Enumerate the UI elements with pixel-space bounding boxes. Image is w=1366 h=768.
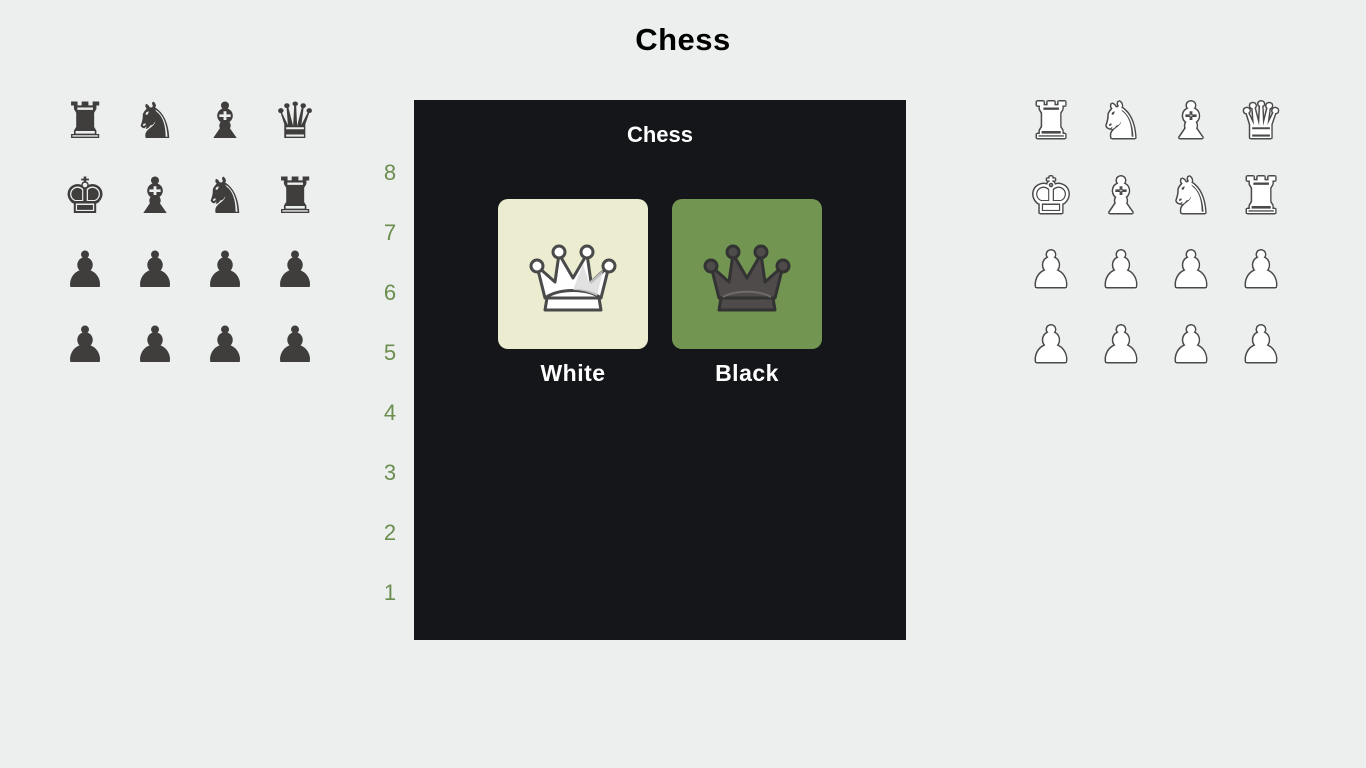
- white-pawn-icon: ♟: [1168, 241, 1214, 300]
- black-choice-label: Black: [715, 360, 779, 386]
- captured-black-pieces: ♜ ♞ ♝ ♛ ♚ ♝ ♞ ♜ ♟ ♟ ♟ ♟ ♟ ♟ ♟ ♟: [50, 84, 330, 382]
- rank-label-5: 5: [383, 340, 397, 365]
- color-selection-panel: Chess White Black: [414, 100, 906, 640]
- black-queen-icon: [703, 244, 791, 312]
- black-pawn-icon: ♟: [62, 315, 108, 374]
- black-rook-icon: ♜: [62, 92, 108, 151]
- black-pawn-icon: ♟: [272, 241, 318, 300]
- black-pawn-icon: ♟: [132, 241, 178, 300]
- black-pawn-icon: ♟: [272, 315, 318, 374]
- white-rook-icon: ♜: [1028, 92, 1074, 151]
- black-rook-icon: ♜: [272, 166, 318, 225]
- black-knight-icon: ♞: [132, 92, 178, 151]
- black-pawn-icon: ♟: [202, 241, 248, 300]
- white-pawn-icon: ♟: [1238, 315, 1284, 374]
- white-knight-icon: ♞: [1098, 92, 1144, 151]
- black-pawn-icon: ♟: [132, 315, 178, 374]
- white-pawn-icon: ♟: [1238, 241, 1284, 300]
- white-pawn-icon: ♟: [1168, 315, 1214, 374]
- rank-labels: 8 7 6 5 4 3 2 1: [370, 143, 410, 623]
- black-pawn-icon: ♟: [202, 315, 248, 374]
- white-bishop-icon: ♝: [1098, 166, 1144, 225]
- choose-white-button[interactable]: White: [498, 199, 648, 387]
- rank-label-6: 6: [383, 280, 397, 305]
- white-knight-icon: ♞: [1168, 166, 1214, 225]
- white-pawn-icon: ♟: [1028, 315, 1074, 374]
- black-bishop-icon: ♝: [202, 92, 248, 151]
- black-bishop-icon: ♝: [132, 166, 178, 225]
- white-choice-tile[interactable]: [498, 199, 648, 349]
- white-queen-icon: [529, 244, 617, 312]
- rank-label-8: 8: [383, 160, 397, 185]
- rank-label-4: 4: [383, 400, 397, 425]
- white-rook-icon: ♜: [1238, 166, 1284, 225]
- choose-black-button[interactable]: Black: [672, 199, 822, 387]
- black-queen-icon: ♛: [272, 92, 318, 151]
- rank-label-7: 7: [383, 220, 397, 245]
- page-title: Chess: [635, 22, 731, 57]
- black-choice-tile[interactable]: [672, 199, 822, 349]
- rank-label-1: 1: [383, 580, 397, 605]
- captured-white-pieces: ♜ ♞ ♝ ♛ ♚ ♝ ♞ ♜ ♟ ♟ ♟ ♟ ♟ ♟ ♟ ♟: [1016, 84, 1296, 382]
- white-pawn-icon: ♟: [1098, 315, 1144, 374]
- white-pawn-icon: ♟: [1098, 241, 1144, 300]
- black-king-icon: ♚: [62, 166, 108, 225]
- rank-label-2: 2: [383, 520, 397, 545]
- white-king-icon: ♚: [1028, 166, 1074, 225]
- white-bishop-icon: ♝: [1168, 92, 1214, 151]
- black-knight-icon: ♞: [202, 166, 248, 225]
- black-pawn-icon: ♟: [62, 241, 108, 300]
- white-pawn-icon: ♟: [1028, 241, 1074, 300]
- white-choice-label: White: [540, 360, 606, 386]
- rank-label-3: 3: [383, 460, 397, 485]
- white-queen-icon: ♛: [1238, 92, 1284, 151]
- panel-title: Chess: [626, 122, 694, 147]
